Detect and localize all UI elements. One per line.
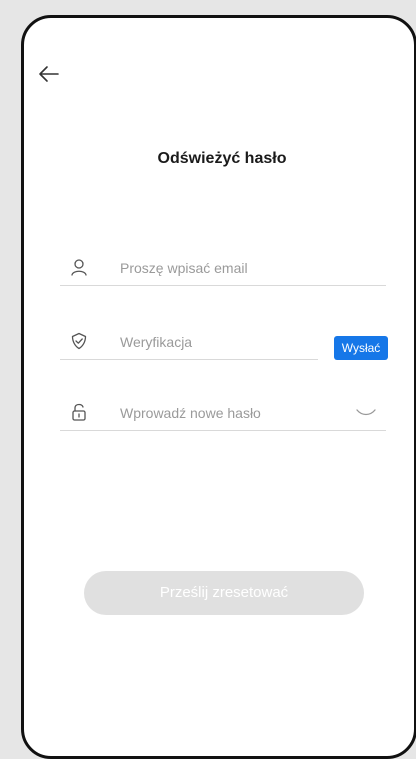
verification-field (60, 324, 318, 360)
user-icon (70, 258, 88, 276)
unlock-icon (70, 403, 88, 421)
page-title: Odświeżyć hasło (157, 150, 287, 167)
eye-closed-icon[interactable] (354, 407, 378, 419)
phone-screen: Odświeżyć hasło Wysłać (21, 15, 416, 759)
email-input[interactable] (120, 256, 370, 280)
new-password-field (60, 395, 386, 431)
submit-reset-button[interactable]: Prześlij zresetować (84, 571, 364, 615)
verification-input[interactable] (120, 330, 300, 354)
arrow-left-icon (39, 66, 59, 82)
email-divider (60, 285, 386, 286)
verification-divider (60, 359, 318, 360)
email-field (60, 250, 386, 286)
back-button[interactable] (36, 62, 64, 86)
send-code-button[interactable]: Wysłać (334, 336, 388, 360)
shield-check-icon (70, 332, 88, 350)
new-password-divider (60, 430, 386, 431)
new-password-input[interactable] (120, 401, 340, 425)
